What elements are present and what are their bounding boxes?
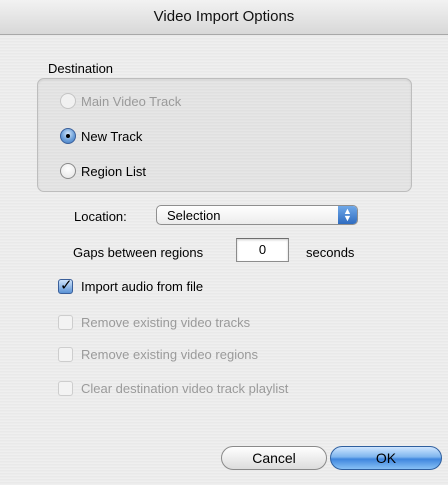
video-import-options-dialog: Video Import Options Destination Main Vi…: [0, 0, 448, 485]
gaps-input[interactable]: 0: [236, 238, 289, 262]
location-label: Location:: [74, 209, 127, 224]
radio-label: Region List: [81, 163, 147, 179]
radio-button[interactable]: [60, 128, 76, 144]
location-select-value: Selection: [167, 207, 221, 223]
checkbox: [58, 347, 73, 362]
checkbox-import-audio[interactable]: Import audio from file: [58, 276, 204, 294]
checkbox-label: Remove existing video regions: [81, 347, 259, 362]
radio-button[interactable]: [60, 163, 76, 179]
radio-region-list[interactable]: Region List: [60, 163, 146, 179]
radio-main-video-track: Main Video Track: [60, 93, 181, 109]
checkbox-clear-playlist: Clear destination video track playlist: [58, 381, 288, 396]
radio-label: New Track: [81, 128, 143, 144]
checkbox-label: Clear destination video track playlist: [81, 381, 289, 396]
radio-label: Main Video Track: [81, 93, 182, 109]
checkbox-label: Remove existing video tracks: [81, 315, 251, 330]
cancel-button[interactable]: Cancel: [221, 446, 327, 470]
seconds-label: seconds: [306, 245, 355, 260]
radio-button: [60, 93, 76, 109]
checkbox-label: Import audio from file: [81, 279, 204, 294]
updown-arrows-icon: ▲ ▼: [338, 206, 357, 224]
destination-label: Destination: [48, 61, 114, 76]
checkbox: [58, 381, 73, 396]
checkbox-remove-video-tracks: Remove existing video tracks: [58, 315, 250, 330]
title-bar: Video Import Options: [0, 0, 448, 35]
radio-new-track[interactable]: New Track: [60, 128, 142, 144]
checkbox: [58, 315, 73, 330]
checkbox-remove-video-regions: Remove existing video regions: [58, 347, 258, 362]
location-select[interactable]: Selection ▲ ▼: [156, 205, 358, 225]
ok-button[interactable]: OK: [330, 446, 442, 470]
gaps-between-regions-label: Gaps between regions: [73, 245, 204, 260]
checkbox[interactable]: [58, 276, 73, 294]
dialog-title: Video Import Options: [153, 8, 295, 25]
